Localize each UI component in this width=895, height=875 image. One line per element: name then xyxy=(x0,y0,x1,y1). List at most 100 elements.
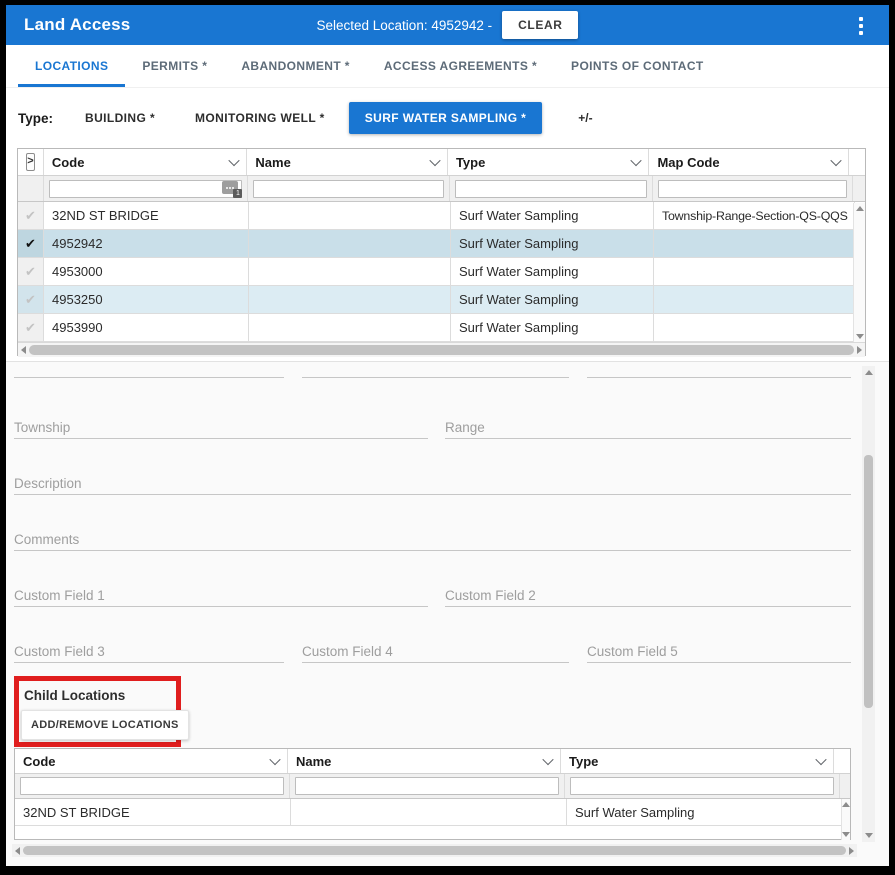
type-filter-input[interactable] xyxy=(570,777,834,795)
truncated-field-underline xyxy=(302,377,569,378)
child-table-vertical-scrollbar[interactable] xyxy=(841,799,850,840)
scroll-up-icon[interactable] xyxy=(856,206,864,211)
column-header-code[interactable]: Code xyxy=(44,149,248,175)
cell-map-code: Township-Range-Section-QS-QQS xyxy=(654,202,855,229)
cell-code: 4952942 xyxy=(44,230,249,257)
table-row[interactable]: 32ND ST BRIDGE Surf Water Sampling xyxy=(15,799,850,826)
column-header-type[interactable]: Type xyxy=(448,149,650,175)
child-locations-heading: Child Locations xyxy=(24,688,125,703)
code-filter-input[interactable] xyxy=(20,777,284,795)
table-row[interactable]: ✔ 32ND ST BRIDGE Surf Water Sampling Tow… xyxy=(18,202,865,230)
range-field[interactable] xyxy=(445,438,851,439)
name-filter-input[interactable] xyxy=(295,777,559,795)
tab-points-of-contact[interactable]: POINTS OF CONTACT xyxy=(554,45,721,87)
custom-field-3[interactable] xyxy=(14,662,284,663)
row-select-cell[interactable]: ✔ xyxy=(18,258,44,285)
locations-filter-row: 1 xyxy=(18,176,865,202)
type-filter-input[interactable] xyxy=(455,180,647,198)
table-row[interactable]: ✔ 4953250 Surf Water Sampling xyxy=(18,286,865,314)
column-header-map-code[interactable]: Map Code xyxy=(649,149,849,175)
column-menu-chevron-icon[interactable] xyxy=(830,155,841,166)
column-menu-chevron-icon[interactable] xyxy=(631,155,642,166)
column-header-name[interactable]: Name xyxy=(288,749,561,773)
table-vertical-scrollbar[interactable] xyxy=(853,203,865,342)
screenshot-frame: Land Access Selected Location: 4952942 -… xyxy=(0,0,895,875)
selected-location-text: Selected Location: 4952942 - xyxy=(317,18,493,33)
column-menu-chevron-icon[interactable] xyxy=(269,754,280,765)
column-menu-chevron-icon[interactable] xyxy=(229,155,240,166)
type-button-surf-water-sampling[interactable]: SURF WATER SAMPLING * xyxy=(349,102,543,134)
scroll-right-icon[interactable] xyxy=(857,346,862,354)
cell-name xyxy=(249,230,451,257)
type-button-building[interactable]: BUILDING * xyxy=(69,102,171,134)
cell-name xyxy=(249,202,451,229)
column-menu-chevron-icon[interactable] xyxy=(542,754,553,765)
description-field[interactable] xyxy=(14,494,851,495)
scroll-left-icon[interactable] xyxy=(21,346,26,354)
panel-vertical-scrollbar[interactable] xyxy=(862,366,875,842)
scroll-up-icon[interactable] xyxy=(865,370,873,375)
check-icon: ✔ xyxy=(25,236,36,252)
table-row[interactable]: ✔ 4953990 Surf Water Sampling xyxy=(18,314,865,342)
row-select-cell[interactable]: ✔ xyxy=(18,314,44,341)
name-filter-input[interactable] xyxy=(253,180,444,198)
type-plus-minus-button[interactable]: +/- xyxy=(578,111,592,125)
table-row[interactable]: ✔ 4953000 Surf Water Sampling xyxy=(18,258,865,286)
column-header-type[interactable]: Type xyxy=(561,749,834,773)
custom-field-2-label: Custom Field 2 xyxy=(445,588,536,603)
scroll-down-icon[interactable] xyxy=(865,833,873,838)
cell-name xyxy=(249,314,451,341)
scrollbar-thumb[interactable] xyxy=(29,345,854,355)
scroll-up-icon[interactable] xyxy=(842,802,850,807)
custom-field-4[interactable] xyxy=(302,662,569,663)
add-remove-locations-button[interactable]: ADD/REMOVE LOCATIONS xyxy=(21,710,189,740)
scroll-down-icon[interactable] xyxy=(842,832,850,837)
scrollbar-thumb[interactable] xyxy=(23,846,846,855)
tab-locations[interactable]: LOCATIONS xyxy=(18,45,125,87)
cell-type: Surf Water Sampling xyxy=(451,286,654,313)
scroll-right-icon[interactable] xyxy=(849,847,854,855)
check-icon: ✔ xyxy=(25,320,36,336)
tab-access-agreements[interactable]: ACCESS AGREEMENTS * xyxy=(367,45,554,87)
kebab-menu-icon[interactable] xyxy=(853,14,869,38)
map-code-filter-input[interactable] xyxy=(658,180,848,198)
filter-applied-icon[interactable]: 1 xyxy=(222,181,238,194)
cell-type: Surf Water Sampling xyxy=(451,202,654,229)
scrollbar-thumb[interactable] xyxy=(864,455,873,708)
cell-code: 4953250 xyxy=(44,286,249,313)
column-menu-chevron-icon[interactable] xyxy=(815,754,826,765)
scroll-down-icon[interactable] xyxy=(856,334,864,339)
tab-permits[interactable]: PERMITS * xyxy=(125,45,224,87)
expand-panel-button[interactable]: > xyxy=(26,153,35,171)
row-select-cell[interactable]: ✔ xyxy=(18,230,44,257)
cell-type: Surf Water Sampling xyxy=(451,258,654,285)
truncated-field-underline xyxy=(14,377,284,378)
tab-abandonment[interactable]: ABANDONMENT * xyxy=(224,45,367,87)
locations-table: > Code Name Type Map Code 1 ✔ 32ND ST BR… xyxy=(17,148,866,356)
truncated-field-underline xyxy=(587,377,851,378)
column-header-code[interactable]: Code xyxy=(15,749,288,773)
township-field[interactable] xyxy=(14,438,428,439)
scroll-left-icon[interactable] xyxy=(15,847,20,855)
table-row-selected[interactable]: ✔ 4952942 Surf Water Sampling xyxy=(18,230,865,258)
cell-code: 32ND ST BRIDGE xyxy=(15,799,291,825)
custom-field-5[interactable] xyxy=(587,662,851,663)
child-table-filter-row xyxy=(15,774,850,799)
column-menu-chevron-icon[interactable] xyxy=(429,155,440,166)
type-button-monitoring-well[interactable]: MONITORING WELL * xyxy=(179,102,341,134)
description-label: Description xyxy=(14,476,82,491)
row-select-cell[interactable]: ✔ xyxy=(18,202,44,229)
clear-button[interactable]: CLEAR xyxy=(502,11,578,39)
custom-field-1[interactable] xyxy=(14,606,428,607)
column-header-name[interactable]: Name xyxy=(247,149,448,175)
row-select-cell[interactable]: ✔ xyxy=(18,286,44,313)
panel-horizontal-scrollbar[interactable] xyxy=(12,844,857,857)
cell-name xyxy=(249,258,451,285)
comments-field[interactable] xyxy=(14,550,851,551)
cell-map-code xyxy=(654,258,855,285)
range-label: Range xyxy=(445,420,485,435)
type-filter-row: Type: BUILDING * MONITORING WELL * SURF … xyxy=(6,98,889,138)
custom-field-2[interactable] xyxy=(445,606,851,607)
table-horizontal-scrollbar[interactable] xyxy=(18,342,865,357)
code-filter-input[interactable] xyxy=(49,180,243,198)
